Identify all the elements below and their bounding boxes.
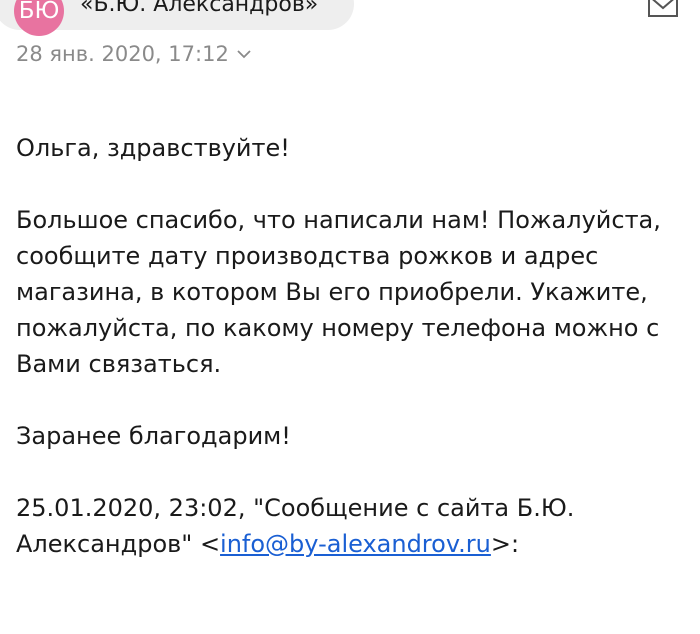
greeting: Ольга, здравствуйте! [16, 134, 290, 162]
message-date[interactable]: 28 янв. 2020, 17:12 [16, 42, 253, 66]
message-paragraph: Большое спасибо, что написали нам! Пожал… [16, 206, 661, 378]
message-body: Ольга, здравствуйте! Большое спасибо, чт… [16, 130, 686, 562]
chevron-down-icon[interactable] [235, 45, 253, 63]
avatar[interactable]: БЮ [14, 0, 64, 36]
sender-name[interactable]: «Б.Ю. Александров» [80, 0, 318, 17]
quoted-header: 25.01.2020, 23:02, "Сообщение с сайта Б.… [16, 490, 686, 562]
quote-suffix: >: [490, 530, 520, 558]
email-link[interactable]: info@by-alexandrov.ru [220, 530, 491, 558]
avatar-initials: БЮ [18, 0, 60, 24]
more-dots-icon[interactable] [548, 0, 588, 2]
date-text: 28 янв. 2020, 17:12 [16, 42, 229, 66]
reply-icon[interactable] [646, 0, 680, 18]
thanks-line: Заранее благодарим! [16, 422, 291, 450]
